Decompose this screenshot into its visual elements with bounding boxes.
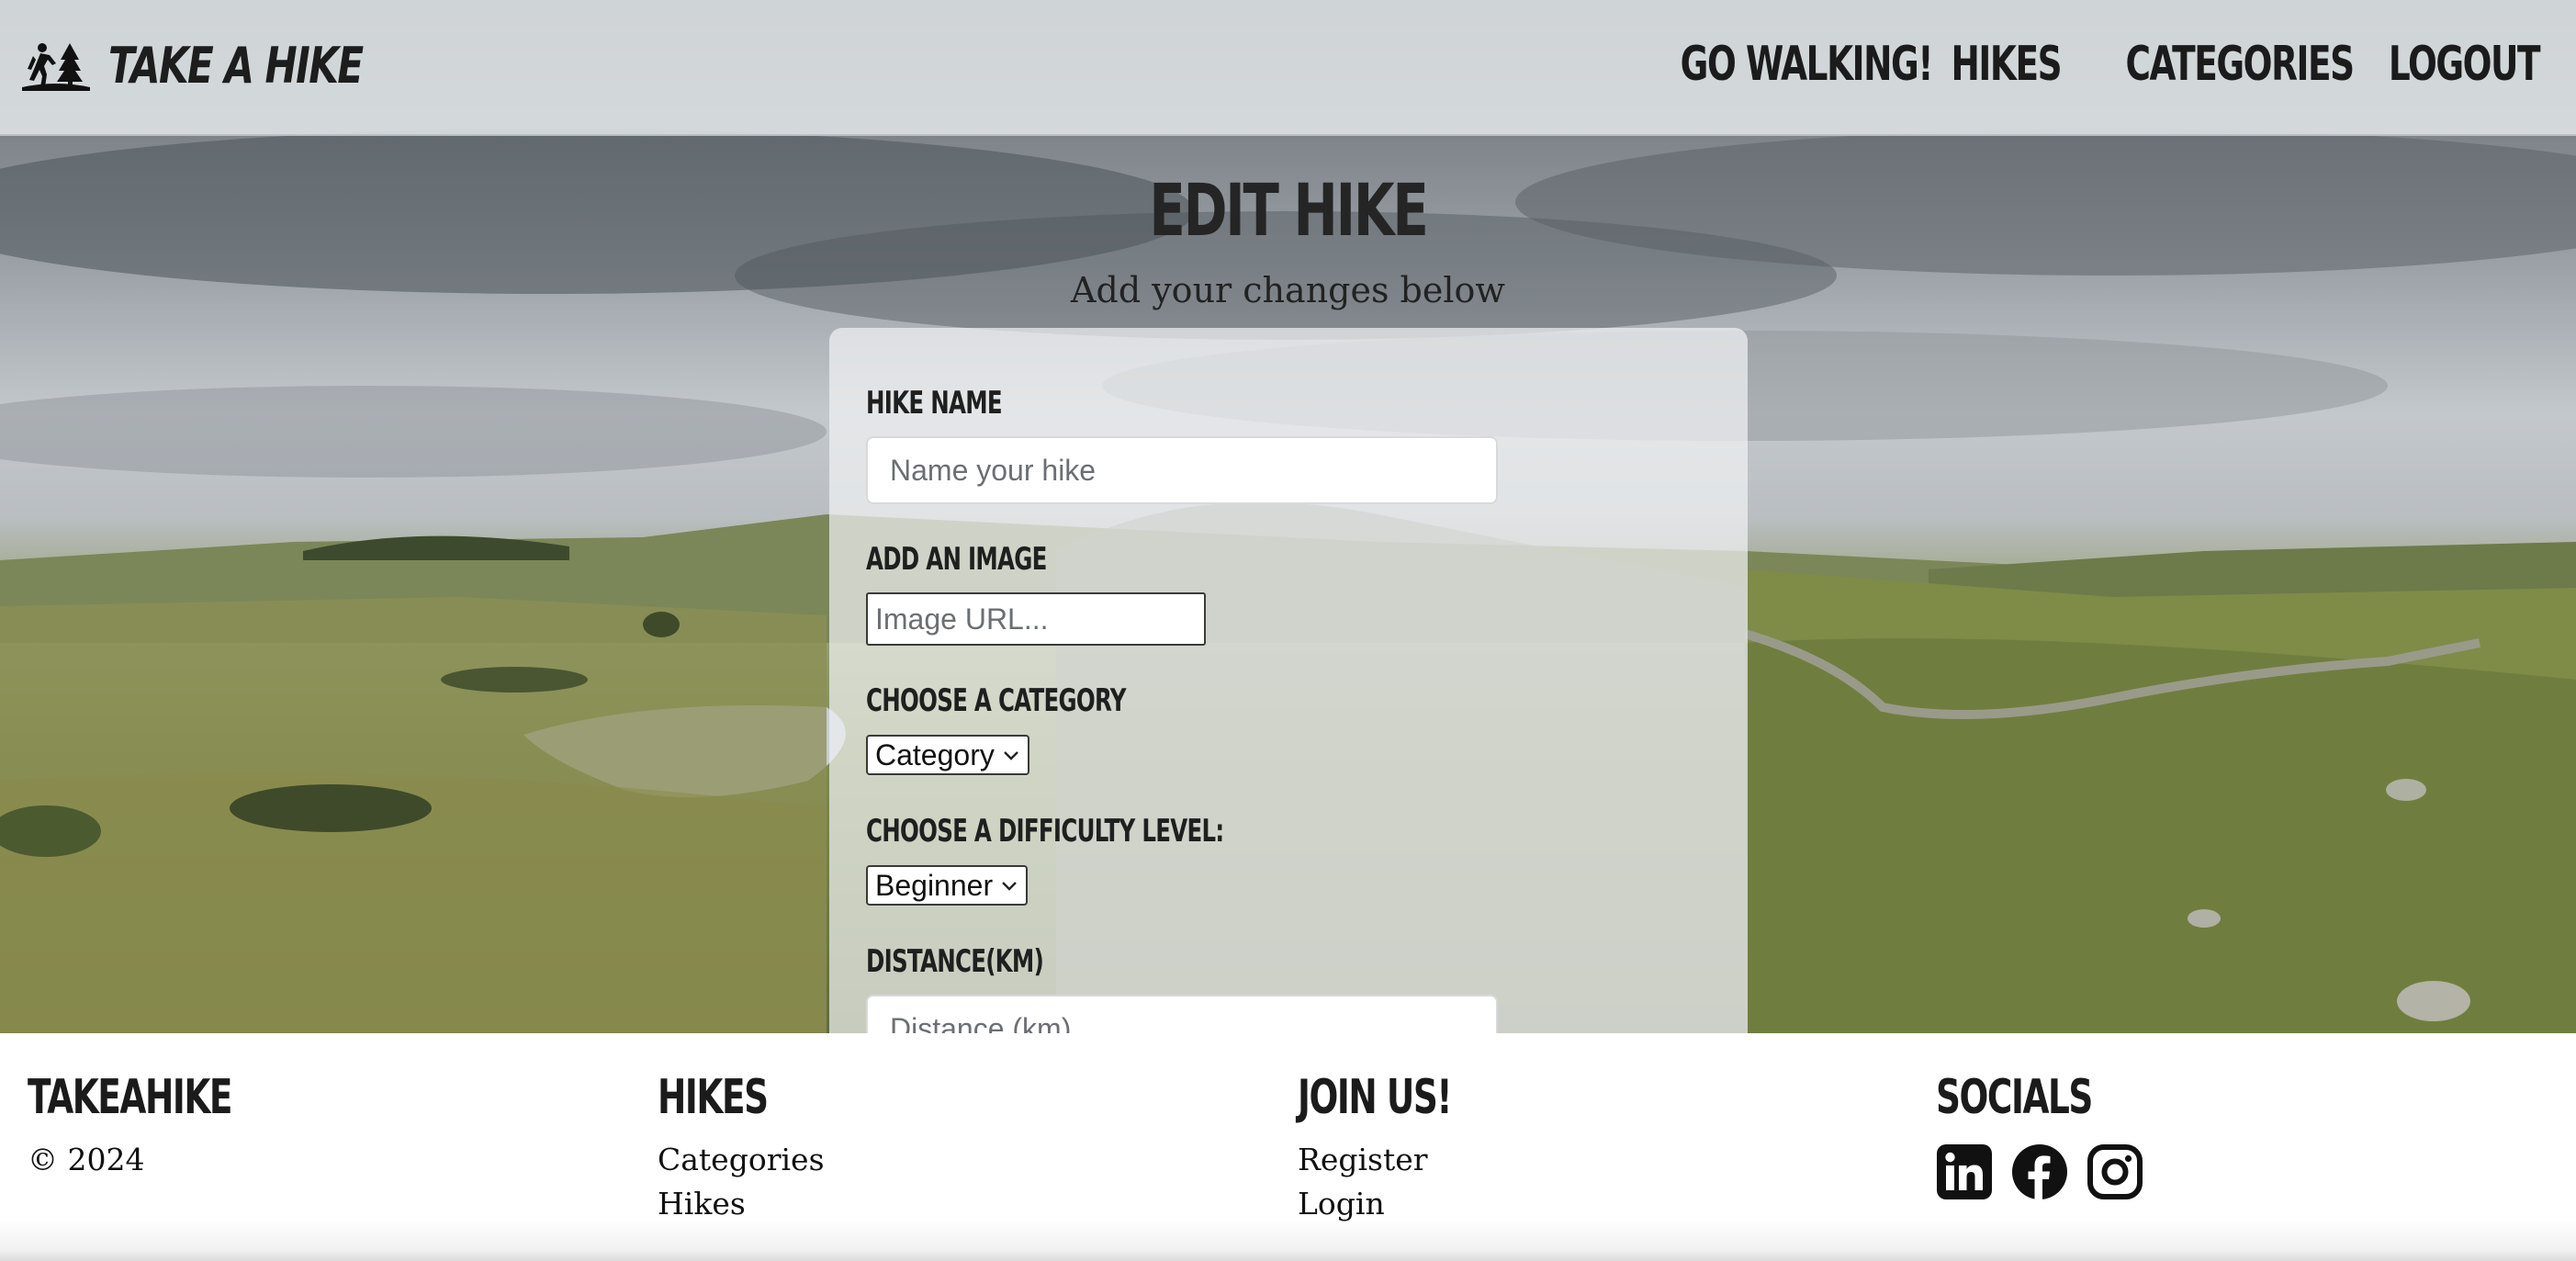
facebook-link[interactable]: [2011, 1143, 2068, 1204]
page-title: EDIT HIKE: [1149, 170, 1428, 253]
distance-input[interactable]: [866, 995, 1498, 1033]
brand-logo-link[interactable]: TAKE A HIKE: [22, 35, 434, 96]
footer-link-register[interactable]: Register: [1298, 1138, 1511, 1182]
facebook-icon: [2012, 1144, 2067, 1199]
footer-hikes-column: HIKES Categories Hikes: [658, 1070, 825, 1226]
footer-link-login[interactable]: Login: [1298, 1182, 1511, 1226]
difficulty-select[interactable]: Beginner: [866, 865, 1029, 906]
difficulty-label: CHOOSE A DIFFICULTY LEVEL:: [866, 813, 1224, 850]
linkedin-link[interactable]: [1936, 1143, 1993, 1204]
difficulty-selected-value: Beginner: [875, 868, 994, 902]
footer-hikes-links: Categories Hikes: [658, 1138, 825, 1226]
hiker-tree-icon: [22, 43, 90, 91]
footer-join-heading: JOIN US!: [1298, 1070, 1452, 1125]
nav-hikes[interactable]: HIKES: [1952, 37, 2063, 92]
category-label: CHOOSE A CATEGORY: [866, 682, 1126, 719]
image-label: ADD AN IMAGE: [866, 541, 1047, 578]
instagram-link[interactable]: [2087, 1143, 2143, 1204]
footer-socials-heading: SOCIALS: [1936, 1070, 2093, 1125]
hike-name-label: HIKE NAME: [866, 385, 1003, 422]
footer-join-links: Register Login: [1298, 1138, 1511, 1226]
nav-go-walking[interactable]: GO WALKING!: [1681, 37, 1934, 92]
site-footer: TAKEAHIKE © 2024 HIKES Categories Hikes …: [0, 1033, 2576, 1261]
social-icons: [1936, 1143, 2153, 1204]
footer-copyright: © 2024: [28, 1142, 145, 1177]
chevron-down-icon: [1003, 751, 1018, 760]
category-select[interactable]: Category: [866, 735, 1029, 775]
edit-hike-form: HIKE NAME ADD AN IMAGE CHOOSE A CATEGORY…: [829, 328, 1748, 1033]
footer-link-hikes[interactable]: Hikes: [658, 1182, 825, 1226]
footer-brand-column: TAKEAHIKE © 2024: [28, 1070, 310, 1182]
main-nav: GO WALKING! HIKES CATEGORIES LOGOUT: [1637, 31, 2541, 97]
footer-socials-column: SOCIALS: [1936, 1070, 2153, 1204]
footer-link-categories[interactable]: Categories: [658, 1138, 825, 1182]
page-subtitle: Add your changes below: [1071, 270, 1505, 310]
distance-label: DISTANCE(KM): [866, 943, 1044, 980]
footer-hikes-heading: HIKES: [658, 1070, 769, 1125]
chevron-down-icon: [1002, 882, 1017, 891]
category-selected-value: Category: [875, 737, 995, 771]
footer-brand-heading: TAKEAHIKE: [28, 1070, 233, 1125]
instagram-icon: [2087, 1144, 2143, 1199]
footer-join-column: JOIN US! Register Login: [1298, 1070, 1511, 1226]
top-navbar: TAKE A HIKE GO WALKING! HIKES CATEGORIES…: [0, 0, 2576, 136]
brand-name: TAKE A HIKE: [108, 36, 364, 95]
linkedin-icon: [1937, 1144, 1992, 1199]
nav-logout[interactable]: LOGOUT: [2389, 37, 2541, 92]
image-url-input[interactable]: [866, 592, 1206, 646]
hike-name-input[interactable]: [866, 436, 1498, 504]
nav-categories[interactable]: CATEGORIES: [2126, 37, 2356, 92]
